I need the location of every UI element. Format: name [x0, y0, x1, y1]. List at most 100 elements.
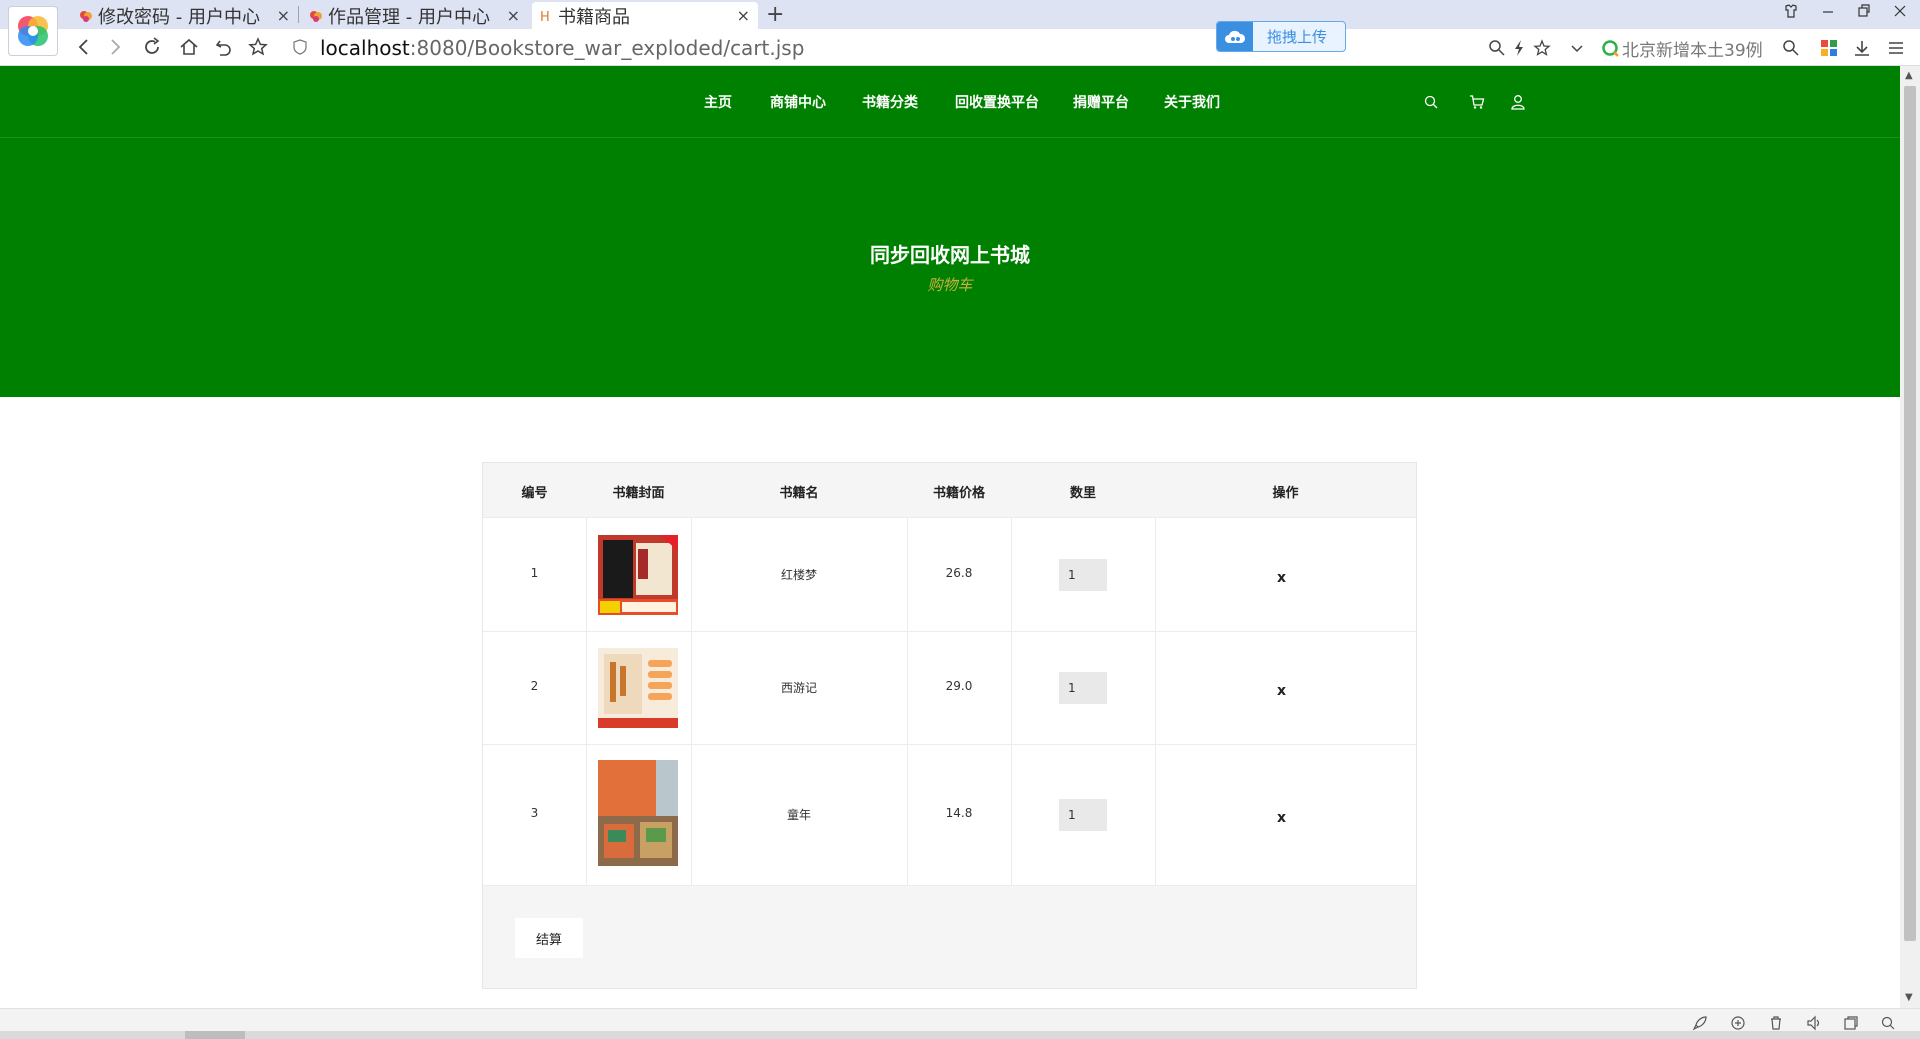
remove-item-button[interactable]: x: [1277, 570, 1286, 586]
site-nav: 主页 商铺中心 书籍分类 回收置换平台 捐赠平台 关于我们: [0, 66, 1900, 138]
user-icon[interactable]: [1510, 94, 1528, 112]
remove-item-button[interactable]: x: [1277, 810, 1286, 826]
search-icon[interactable]: [1423, 94, 1441, 112]
chevron-down-icon[interactable]: [1567, 38, 1587, 58]
cell-divider: [1155, 632, 1156, 744]
column-header-id: 编号: [521, 486, 548, 501]
tab-book-products[interactable]: H 书籍商品 ×: [532, 2, 758, 29]
book-cover-image[interactable]: [598, 535, 678, 615]
hero-title: 同步回收网上书城: [870, 243, 1030, 267]
book-price: 29.0: [945, 679, 973, 693]
cart-table: 编号 书籍封面 书籍名 书籍价格 数里 操作 1 红楼梦 26.8 1 x 2 …: [482, 462, 1417, 989]
zoom-icon[interactable]: [1487, 38, 1507, 58]
quantity-input[interactable]: [1059, 799, 1107, 831]
nav-book-categories[interactable]: 书籍分类: [862, 92, 918, 112]
skin-icon[interactable]: [1783, 3, 1799, 23]
remove-item-button[interactable]: x: [1277, 683, 1286, 699]
menu-icon[interactable]: [1886, 38, 1906, 58]
browser-logo-icon[interactable]: [8, 6, 58, 56]
upload-label: 拖拽上传: [1267, 28, 1328, 46]
rocket-icon[interactable]: [1692, 1015, 1708, 1031]
tab-favicon-icon: [78, 8, 94, 24]
minimize-icon[interactable]: [1821, 3, 1835, 23]
undo-icon[interactable]: [211, 34, 237, 60]
close-window-icon[interactable]: [1893, 3, 1907, 23]
search-engine-icon: [1600, 38, 1620, 58]
book-name[interactable]: 西游记: [691, 679, 907, 696]
tab-favicon-icon: [308, 8, 324, 24]
search-icon[interactable]: [1781, 38, 1801, 58]
new-tab-button[interactable]: +: [766, 2, 784, 27]
drag-upload-button[interactable]: 拖拽上传: [1216, 21, 1346, 52]
cart-footer: 结算: [483, 886, 1416, 988]
vertical-scrollbar[interactable]: ▲ ▼: [1900, 66, 1920, 1008]
tab-close-icon[interactable]: ×: [507, 6, 520, 25]
checkout-button[interactable]: 结算: [515, 918, 583, 958]
row-id: 2: [530, 679, 539, 693]
quantity-input[interactable]: [1059, 559, 1107, 591]
cell-divider: [1011, 632, 1012, 744]
refresh-badge-icon[interactable]: [1730, 1015, 1746, 1031]
table-row: 3 童年 14.8 x: [483, 745, 1416, 886]
quantity-input[interactable]: [1059, 672, 1107, 704]
lightning-icon[interactable]: [1509, 38, 1529, 58]
book-cover-image[interactable]: [598, 760, 678, 866]
scroll-up-icon[interactable]: ▲: [1905, 70, 1913, 81]
back-icon[interactable]: [70, 34, 96, 60]
cart-icon[interactable]: [1469, 94, 1487, 112]
shield-icon[interactable]: [292, 34, 308, 60]
cell-divider: [586, 632, 587, 744]
cell-divider: [1155, 518, 1156, 631]
book-cover-image[interactable]: [598, 648, 678, 728]
nav-recycle-exchange[interactable]: 回收置换平台: [955, 92, 1039, 112]
table-header: 编号 书籍封面 书籍名 书籍价格 数里 操作: [483, 463, 1416, 518]
trash-icon[interactable]: [1768, 1015, 1784, 1031]
cell-divider: [1011, 518, 1012, 631]
nav-shop-center[interactable]: 商铺中心: [770, 92, 826, 112]
address-bar: localhost:8080/Bookstore_war_exploded/ca…: [0, 29, 1920, 66]
book-name[interactable]: 童年: [691, 806, 907, 823]
download-icon[interactable]: [1852, 38, 1872, 58]
row-id: 3: [530, 806, 539, 820]
restore-icon[interactable]: [1857, 3, 1871, 23]
cell-divider: [586, 745, 587, 885]
tab-close-icon[interactable]: ×: [277, 6, 290, 25]
reload-icon[interactable]: [139, 34, 165, 60]
column-header-quantity: 数里: [1069, 486, 1096, 501]
star-icon[interactable]: [245, 34, 271, 60]
forward-icon[interactable]: [103, 34, 129, 60]
book-name[interactable]: 红楼梦: [691, 566, 907, 583]
nav-home[interactable]: 主页: [704, 92, 732, 112]
favorite-icon[interactable]: [1532, 38, 1552, 58]
nav-about-us[interactable]: 关于我们: [1164, 92, 1220, 112]
url-field[interactable]: localhost:8080/Bookstore_war_exploded/ca…: [320, 36, 804, 60]
tab-label: 书籍商品: [558, 6, 630, 28]
status-bar: [0, 1008, 1920, 1039]
tab-separator: [298, 6, 299, 23]
tab-close-icon[interactable]: ×: [737, 6, 750, 25]
cell-divider: [1155, 745, 1156, 885]
window-icon[interactable]: [1843, 1015, 1859, 1031]
tab-change-password[interactable]: 修改密码 - 用户中心 ×: [72, 2, 298, 29]
nav-donation[interactable]: 捐赠平台: [1073, 92, 1129, 112]
home-icon[interactable]: [176, 34, 202, 60]
url-host: localhost: [320, 36, 410, 60]
site-header: 主页 商铺中心 书籍分类 回收置换平台 捐赠平台 关于我们 同步回收网上书城 购…: [0, 66, 1900, 397]
column-header-cover: 书籍封面: [612, 486, 665, 501]
horizontal-scroll-thumb[interactable]: [185, 1031, 245, 1039]
search-suggestion[interactable]: 北京新增本土39例: [1622, 36, 1763, 61]
scroll-thumb[interactable]: [1904, 86, 1916, 941]
book-price: 14.8: [945, 806, 973, 820]
column-header-actions: 操作: [1272, 486, 1299, 501]
zoom-status-icon[interactable]: [1880, 1015, 1896, 1031]
column-header-price: 书籍价格: [932, 486, 985, 501]
horizontal-scrollbar[interactable]: [0, 1031, 1920, 1039]
url-path: :8080/Bookstore_war_exploded/cart.jsp: [409, 36, 805, 60]
volume-icon[interactable]: [1806, 1015, 1822, 1031]
tab-label: 作品管理 - 用户中心: [328, 6, 490, 28]
scroll-down-icon[interactable]: ▼: [1905, 992, 1913, 1003]
browser-tab-bar: 修改密码 - 用户中心 × 作品管理 - 用户中心 × H 书籍商品 × +: [0, 0, 1920, 29]
tab-works-management[interactable]: 作品管理 - 用户中心 ×: [302, 2, 528, 29]
apps-icon[interactable]: [1819, 38, 1839, 58]
book-price: 26.8: [945, 566, 973, 580]
